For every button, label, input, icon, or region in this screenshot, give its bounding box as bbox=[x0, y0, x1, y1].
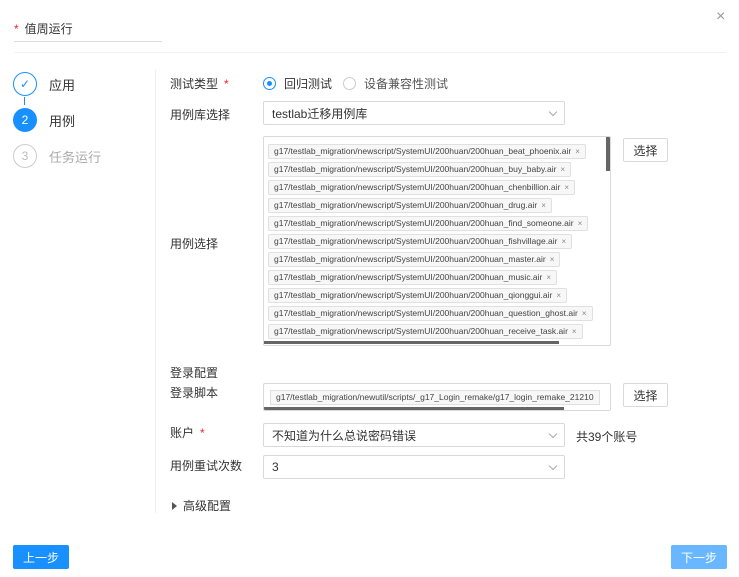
case-tag: g17/testlab_migration/newscript/SystemUI… bbox=[268, 144, 586, 159]
next-step-button[interactable]: 下一步 bbox=[671, 545, 727, 569]
step-label: 任务运行 bbox=[49, 149, 102, 165]
case-tag: g17/testlab_migration/newscript/SystemUI… bbox=[268, 198, 552, 213]
case-tag: g17/testlab_migration/newscript/SystemUI… bbox=[268, 252, 561, 267]
radio-label: 设备兼容性测试 bbox=[364, 77, 449, 91]
case-tag-box[interactable]: g17/testlab_migration/newscript/SystemUI… bbox=[263, 136, 611, 346]
step-label: 应用 bbox=[49, 77, 76, 93]
case-tag: g17/testlab_migration/newscript/SystemUI… bbox=[268, 288, 567, 303]
prev-step-button[interactable]: 上一步 bbox=[13, 545, 69, 569]
check-icon: ✓ bbox=[13, 72, 37, 96]
case-tag: g17/testlab_migration/newscript/SystemUI… bbox=[268, 270, 558, 285]
task-name-value: 值周运行 bbox=[24, 22, 73, 36]
login-config-title: 登录配置 bbox=[170, 366, 219, 380]
vertical-divider bbox=[155, 70, 156, 513]
account-count: 共39个账号 bbox=[576, 430, 638, 444]
vertical-scrollbar[interactable] bbox=[606, 137, 610, 171]
chevron-down-icon bbox=[548, 429, 558, 439]
account-label: 账户 * bbox=[170, 426, 205, 440]
close-icon[interactable]: × bbox=[562, 235, 567, 248]
step-number: 3 bbox=[13, 144, 37, 168]
close-icon[interactable]: × bbox=[546, 271, 551, 284]
radio-label: 回归测试 bbox=[284, 77, 333, 91]
task-name-field[interactable]: * 值周运行 bbox=[14, 20, 162, 42]
step-number: 2 bbox=[13, 108, 37, 132]
horizontal-scrollbar[interactable] bbox=[264, 407, 564, 410]
chevron-down-icon bbox=[548, 461, 558, 471]
required-mark: * bbox=[14, 22, 19, 36]
close-icon[interactable]: × bbox=[578, 217, 583, 230]
caret-right-icon bbox=[172, 501, 177, 510]
test-type-label: 测试类型 * bbox=[170, 77, 229, 91]
close-icon[interactable]: × bbox=[541, 199, 546, 212]
top-divider bbox=[14, 52, 726, 53]
close-icon[interactable]: × bbox=[550, 253, 555, 266]
close-icon[interactable]: × bbox=[716, 9, 725, 25]
case-library-select[interactable]: testlab迁移用例库 bbox=[263, 101, 565, 125]
close-icon[interactable]: × bbox=[582, 307, 587, 320]
retry-label: 用例重试次数 bbox=[170, 459, 243, 473]
radio-dot-icon bbox=[343, 77, 356, 90]
case-tag: g17/testlab_migration/newscript/SystemUI… bbox=[268, 306, 593, 321]
account-select[interactable]: 不知道为什么总说密码错误 bbox=[263, 423, 565, 447]
case-tag: g17/testlab_migration/newscript/SystemUI… bbox=[268, 324, 583, 339]
close-icon[interactable]: × bbox=[564, 181, 569, 194]
account-value: 不知道为什么总说密码错误 bbox=[272, 428, 417, 443]
advanced-config-toggle[interactable]: 高级配置 bbox=[172, 497, 231, 514]
login-script-label: 登录脚本 bbox=[170, 386, 219, 400]
close-icon[interactable]: × bbox=[560, 163, 565, 176]
horizontal-scrollbar[interactable] bbox=[264, 341, 559, 344]
chevron-down-icon bbox=[548, 107, 558, 117]
step-label: 用例 bbox=[49, 113, 76, 129]
radio-compat-test[interactable]: 设备兼容性测试 bbox=[343, 75, 448, 92]
step-app[interactable]: ✓ 应用 bbox=[13, 72, 75, 96]
case-tag: g17/testlab_migration/newscript/SystemUI… bbox=[268, 216, 589, 231]
case-select-button[interactable]: 选择 bbox=[623, 138, 668, 162]
advanced-config-label: 高级配置 bbox=[183, 499, 232, 513]
login-script-tag: g17/testlab_migration/newutil/scripts/_g… bbox=[270, 390, 600, 405]
login-script-input[interactable]: g17/testlab_migration/newutil/scripts/_g… bbox=[263, 383, 611, 411]
case-tag: g17/testlab_migration/newscript/SystemUI… bbox=[268, 180, 576, 195]
case-library-label: 用例库选择 bbox=[170, 108, 231, 122]
close-icon[interactable]: × bbox=[556, 289, 561, 302]
radio-regression-test[interactable]: 回归测试 bbox=[263, 75, 332, 92]
case-tag: g17/testlab_migration/newscript/SystemUI… bbox=[268, 162, 572, 177]
login-script-select-button[interactable]: 选择 bbox=[623, 383, 668, 407]
close-icon[interactable]: × bbox=[572, 325, 577, 338]
step-task-run[interactable]: 3 任务运行 bbox=[13, 144, 101, 168]
case-select-label: 用例选择 bbox=[170, 237, 219, 251]
retry-select[interactable]: 3 bbox=[263, 455, 565, 479]
close-icon[interactable]: × bbox=[575, 145, 580, 158]
step-case[interactable]: 2 用例 bbox=[13, 108, 75, 132]
retry-value: 3 bbox=[272, 460, 279, 474]
case-tag: g17/testlab_migration/newscript/SystemUI… bbox=[268, 234, 573, 249]
case-library-value: testlab迁移用例库 bbox=[272, 106, 368, 121]
radio-dot-icon bbox=[263, 77, 276, 90]
step-connector bbox=[24, 97, 25, 105]
